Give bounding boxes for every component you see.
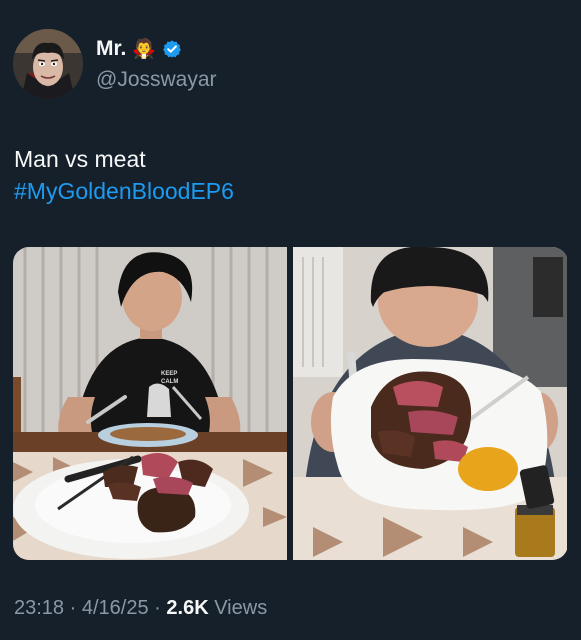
views-count[interactable]: 2.6K: [166, 597, 208, 619]
author-name-row[interactable]: Mr. 🧛: [96, 37, 182, 61]
shirt-text-line1: KEEP: [161, 371, 177, 377]
photo-seated-with-steak-plate[interactable]: KEEP CALM: [13, 247, 287, 560]
meta-separator: ·: [154, 597, 161, 619]
tweet-time[interactable]: 23:18: [14, 597, 64, 619]
tweet-date[interactable]: 4/16/25: [82, 597, 149, 619]
tweet-media-grid: KEEP CALM: [13, 247, 568, 560]
tweet-text: Man vs meat #MyGoldenBloodEP6: [14, 143, 234, 207]
tweet-meta: 23:18 · 4/16/25 · 2.6K Views: [14, 597, 267, 620]
author-handle[interactable]: @Josswayar: [96, 68, 217, 92]
tweet-text-line: Man vs meat: [14, 146, 146, 172]
author-display-name[interactable]: Mr.: [96, 37, 126, 61]
views-label: Views: [214, 597, 268, 619]
meta-separator: ·: [69, 597, 77, 619]
photo-close-up-eating-steak[interactable]: [293, 247, 567, 560]
verified-badge-icon: [163, 40, 181, 58]
author-avatar[interactable]: [13, 29, 83, 99]
shirt-text-line2: CALM: [161, 379, 178, 385]
cartoon-vampire-avatar-icon: [13, 29, 83, 99]
hashtag-link[interactable]: #MyGoldenBloodEP6: [14, 175, 234, 207]
vampire-emoji-icon: 🧛: [132, 38, 157, 60]
